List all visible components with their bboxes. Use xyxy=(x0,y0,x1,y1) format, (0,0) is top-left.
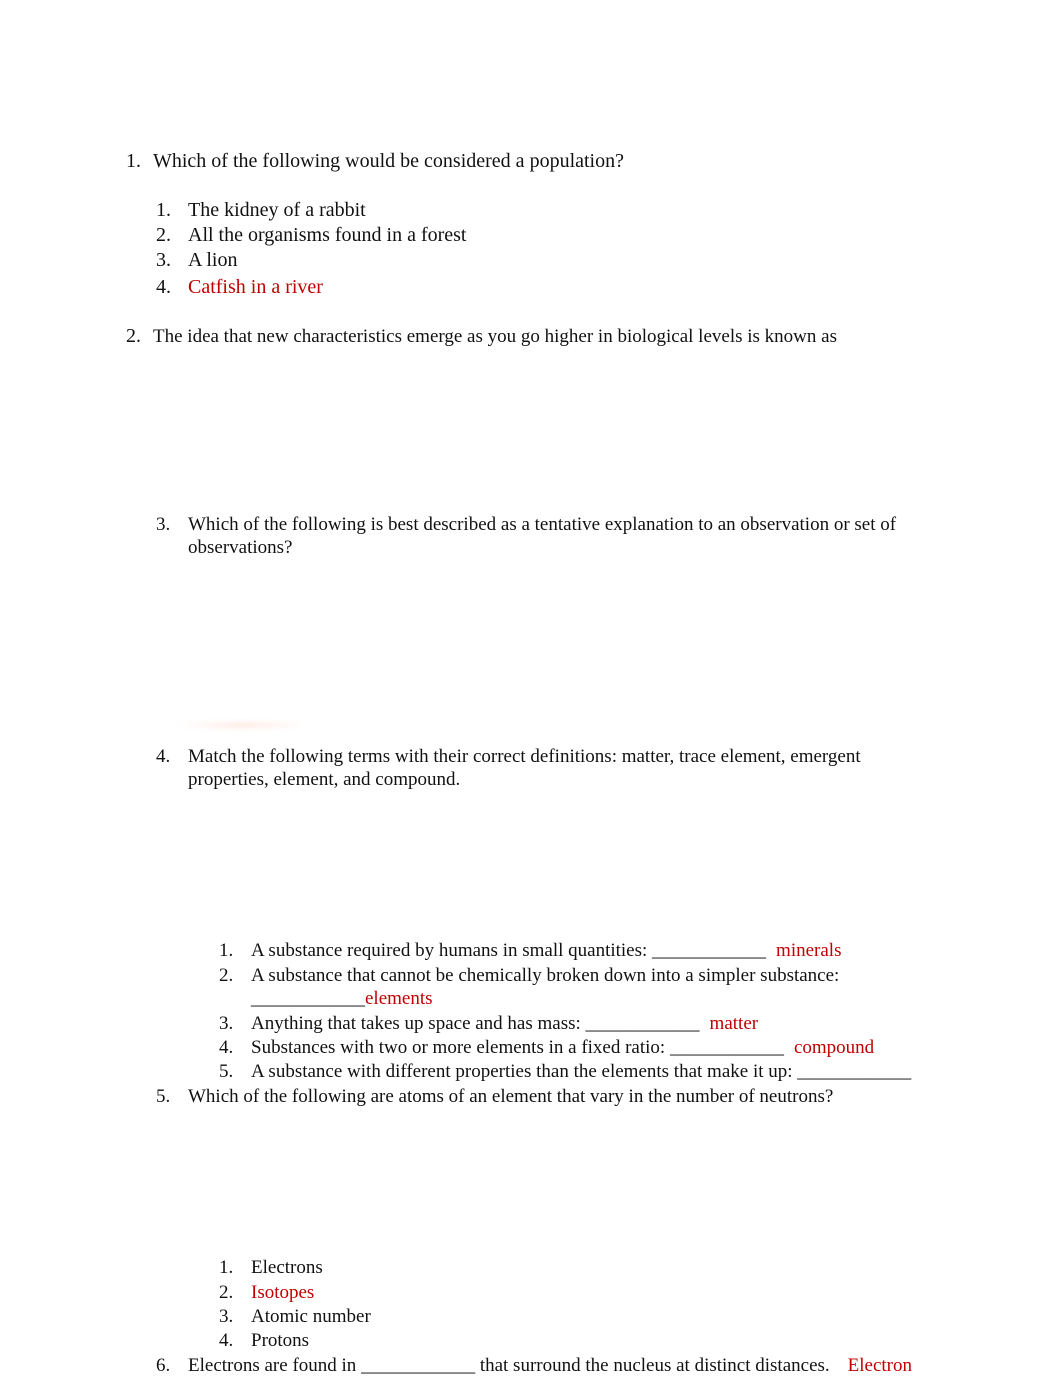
faint-smudge xyxy=(178,722,308,728)
item-text: ____________elements xyxy=(251,987,433,1010)
answer-blank[interactable]: ____________ xyxy=(797,1060,911,1083)
item-definition: A substance that cannot be chemically br… xyxy=(251,965,840,986)
option-number: 3. xyxy=(219,1306,234,1327)
item-number: 5. xyxy=(219,1061,234,1082)
question-number: 1. xyxy=(126,150,141,172)
item-answer: minerals xyxy=(776,940,842,961)
option-number: 4. xyxy=(219,1330,234,1351)
question-text: Which of the following are atoms of an e… xyxy=(188,1086,834,1107)
question-number: 3. xyxy=(156,514,171,535)
option-number: 2. xyxy=(156,224,171,246)
option-text-answer: Isotopes xyxy=(251,1282,315,1303)
question-text: Electrons are found in ____________ that… xyxy=(188,1354,912,1377)
question-number: 2. xyxy=(126,325,141,347)
answer-blank[interactable]: ____________ xyxy=(251,987,365,1010)
option-number: 3. xyxy=(156,249,171,271)
question-text: Match the following terms with their cor… xyxy=(188,746,861,767)
question-text: Which of the following is best described… xyxy=(188,514,897,535)
question-answer: Electron xyxy=(847,1355,913,1376)
question-text-after: that surround the nucleus at distinct di… xyxy=(475,1355,830,1376)
option-text: All the organisms found in a forest xyxy=(188,224,467,246)
item-number: 2. xyxy=(219,965,234,986)
question-text-before: Electrons are found in xyxy=(188,1355,362,1376)
item-text: A substance required by humans in small … xyxy=(251,939,841,962)
item-number: 4. xyxy=(219,1037,234,1058)
option-text: Electrons xyxy=(251,1257,323,1278)
question-text: observations? xyxy=(188,537,293,558)
question-text: Which of the following would be consider… xyxy=(153,150,624,172)
item-number: 3. xyxy=(219,1013,234,1034)
question-text: properties, element, and compound. xyxy=(188,769,461,790)
option-text: A lion xyxy=(188,249,238,271)
item-number: 1. xyxy=(219,940,234,961)
item-definition: A substance required by humans in small … xyxy=(251,940,653,961)
option-text: The kidney of a rabbit xyxy=(188,199,366,221)
answer-blank[interactable]: ____________ xyxy=(361,1354,475,1377)
item-definition: Anything that takes up space and has mas… xyxy=(251,1013,586,1034)
answer-blank[interactable]: ____________ xyxy=(652,939,766,962)
item-text: Substances with two or more elements in … xyxy=(251,1036,874,1059)
question-number: 5. xyxy=(156,1086,171,1107)
answer-blank[interactable]: ____________ xyxy=(670,1036,784,1059)
item-text: Anything that takes up space and has mas… xyxy=(251,1012,758,1035)
item-answer: matter xyxy=(709,1013,759,1034)
item-answer: elements xyxy=(365,988,433,1009)
option-number: 2. xyxy=(219,1282,234,1303)
option-text: Atomic number xyxy=(251,1306,371,1327)
question-number: 6. xyxy=(156,1355,171,1376)
item-answer: compound xyxy=(793,1037,875,1058)
option-text: Protons xyxy=(251,1330,310,1351)
item-text: A substance with different properties th… xyxy=(251,1060,911,1083)
option-number: 1. xyxy=(156,199,171,221)
option-number: 4. xyxy=(156,276,171,298)
question-text: The idea that new characteristics emerge… xyxy=(153,326,837,347)
answer-blank[interactable]: ____________ xyxy=(586,1012,700,1035)
item-definition: A substance with different properties th… xyxy=(251,1061,798,1082)
option-number: 1. xyxy=(219,1257,234,1278)
option-text-answer: Catfish in a river xyxy=(188,276,323,298)
item-definition: Substances with two or more elements in … xyxy=(251,1037,670,1058)
question-number: 4. xyxy=(156,746,171,767)
